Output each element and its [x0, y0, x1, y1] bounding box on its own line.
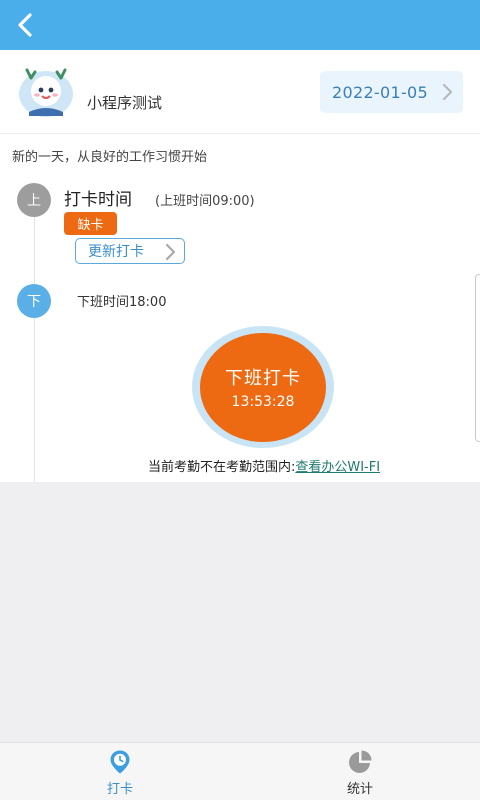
range-note: 当前考勤不在考勤范围内:查看办公WI-FI — [0, 456, 480, 475]
back-button[interactable] — [6, 6, 44, 44]
motto-text: 新的一天，从良好的工作习惯开始 — [12, 150, 208, 165]
update-clock-in-label: 更新打卡 — [88, 244, 144, 260]
bottom-tab-bar: 打卡 统计 — [0, 742, 480, 800]
view-wifi-link[interactable]: 查看办公WI-FI — [295, 460, 380, 475]
tab-clock-in[interactable]: 打卡 — [0, 743, 240, 800]
clock-out-node: 下 — [17, 284, 51, 318]
side-scroll-handle[interactable] — [475, 274, 480, 442]
top-bar — [0, 0, 480, 50]
clock-out-button[interactable]: 下班打卡 13:53:28 — [192, 326, 334, 448]
chevron-right-icon — [165, 243, 176, 261]
range-note-text: 当前考勤不在考勤范围内: — [147, 460, 296, 475]
status-badge: 缺卡 — [64, 212, 117, 235]
mascot-avatar-icon — [19, 68, 73, 117]
chevron-right-icon — [442, 83, 453, 101]
main-content: 小程序测试 2022-01-05 新的一天，从良好的工作习惯开始 上 打卡时间 … — [0, 50, 480, 482]
date-picker-button[interactable]: 2022-01-05 — [320, 71, 463, 113]
clock-out-button-label: 下班打卡 — [225, 368, 301, 389]
current-time: 13:53:28 — [231, 394, 295, 410]
avatar — [17, 66, 75, 118]
clock-in-subtitle: (上班时间09:00) — [155, 194, 255, 209]
tab-statistics[interactable]: 统计 — [240, 743, 480, 800]
clock-out-time-label: 下班时间18:00 — [77, 295, 167, 310]
app-name: 小程序测试 — [87, 94, 163, 112]
clock-out-button-face: 下班打卡 13:53:28 — [200, 332, 326, 442]
update-clock-in-button[interactable]: 更新打卡 — [75, 238, 185, 264]
pie-chart-icon — [349, 750, 372, 773]
clock-pin-icon — [110, 750, 130, 774]
back-chevron-icon — [18, 13, 32, 37]
date-value: 2022-01-05 — [332, 82, 428, 102]
profile-row: 小程序测试 2022-01-05 — [0, 50, 480, 134]
clock-in-node: 上 — [17, 183, 51, 217]
clock-in-title: 打卡时间 — [64, 190, 132, 210]
tab-statistics-label: 统计 — [346, 782, 373, 797]
timeline-line — [34, 200, 35, 482]
tab-clock-in-label: 打卡 — [106, 782, 133, 797]
